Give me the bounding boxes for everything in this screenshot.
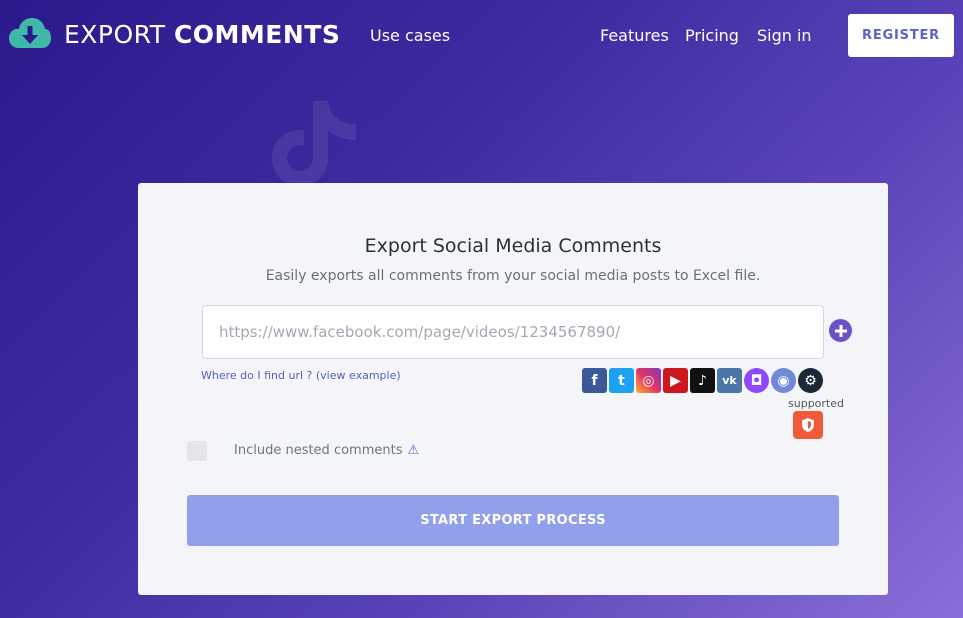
tiktok-watermark-icon xyxy=(272,101,356,186)
tiktok-icon: ♪ xyxy=(690,368,715,393)
cloud-download-icon xyxy=(9,18,51,48)
supported-platforms: f t ◎ ▶ ♪ vk ◘ ◉ ⚙ xyxy=(582,368,823,393)
privacy-shield-button[interactable] xyxy=(793,411,823,439)
card-subtitle: Easily exports all comments from your so… xyxy=(265,268,761,284)
twitter-icon: t xyxy=(609,368,634,393)
twitch-icon: ◘ xyxy=(744,368,769,393)
nav-sign-in[interactable]: Sign in xyxy=(757,26,812,45)
shield-icon xyxy=(802,418,814,432)
brand-logo[interactable]: EXPORT COMMENTS xyxy=(8,16,340,52)
export-card: Export Social Media Comments Easily expo… xyxy=(138,183,888,595)
register-button[interactable]: REGISTER xyxy=(848,14,954,57)
nav-features[interactable]: Features xyxy=(600,26,669,45)
nav-pricing[interactable]: Pricing xyxy=(685,26,739,45)
supported-label: supported xyxy=(788,397,844,410)
vk-icon: vk xyxy=(717,368,742,393)
facebook-icon: f xyxy=(582,368,607,393)
url-input[interactable] xyxy=(202,305,824,359)
warning-icon: ⚠ xyxy=(407,443,420,458)
start-export-button[interactable]: START EXPORT PROCESS xyxy=(187,495,839,546)
instagram-icon: ◎ xyxy=(636,368,661,393)
brand-name: EXPORT COMMENTS xyxy=(64,19,341,49)
url-help-link[interactable]: Where do I find url ? (view example) xyxy=(201,369,401,382)
nav-use-cases[interactable]: Use cases xyxy=(370,26,450,45)
discord-icon: ◉ xyxy=(771,368,796,393)
youtube-icon: ▶ xyxy=(663,368,688,393)
steam-icon: ⚙ xyxy=(798,368,823,393)
add-url-button[interactable] xyxy=(829,319,852,342)
nested-comments-label: Include nested comments ⚠ xyxy=(234,443,420,458)
card-title: Export Social Media Comments xyxy=(364,235,662,257)
nested-comments-checkbox[interactable] xyxy=(187,441,207,461)
site-header: EXPORT COMMENTS Use cases Features Prici… xyxy=(0,0,963,72)
